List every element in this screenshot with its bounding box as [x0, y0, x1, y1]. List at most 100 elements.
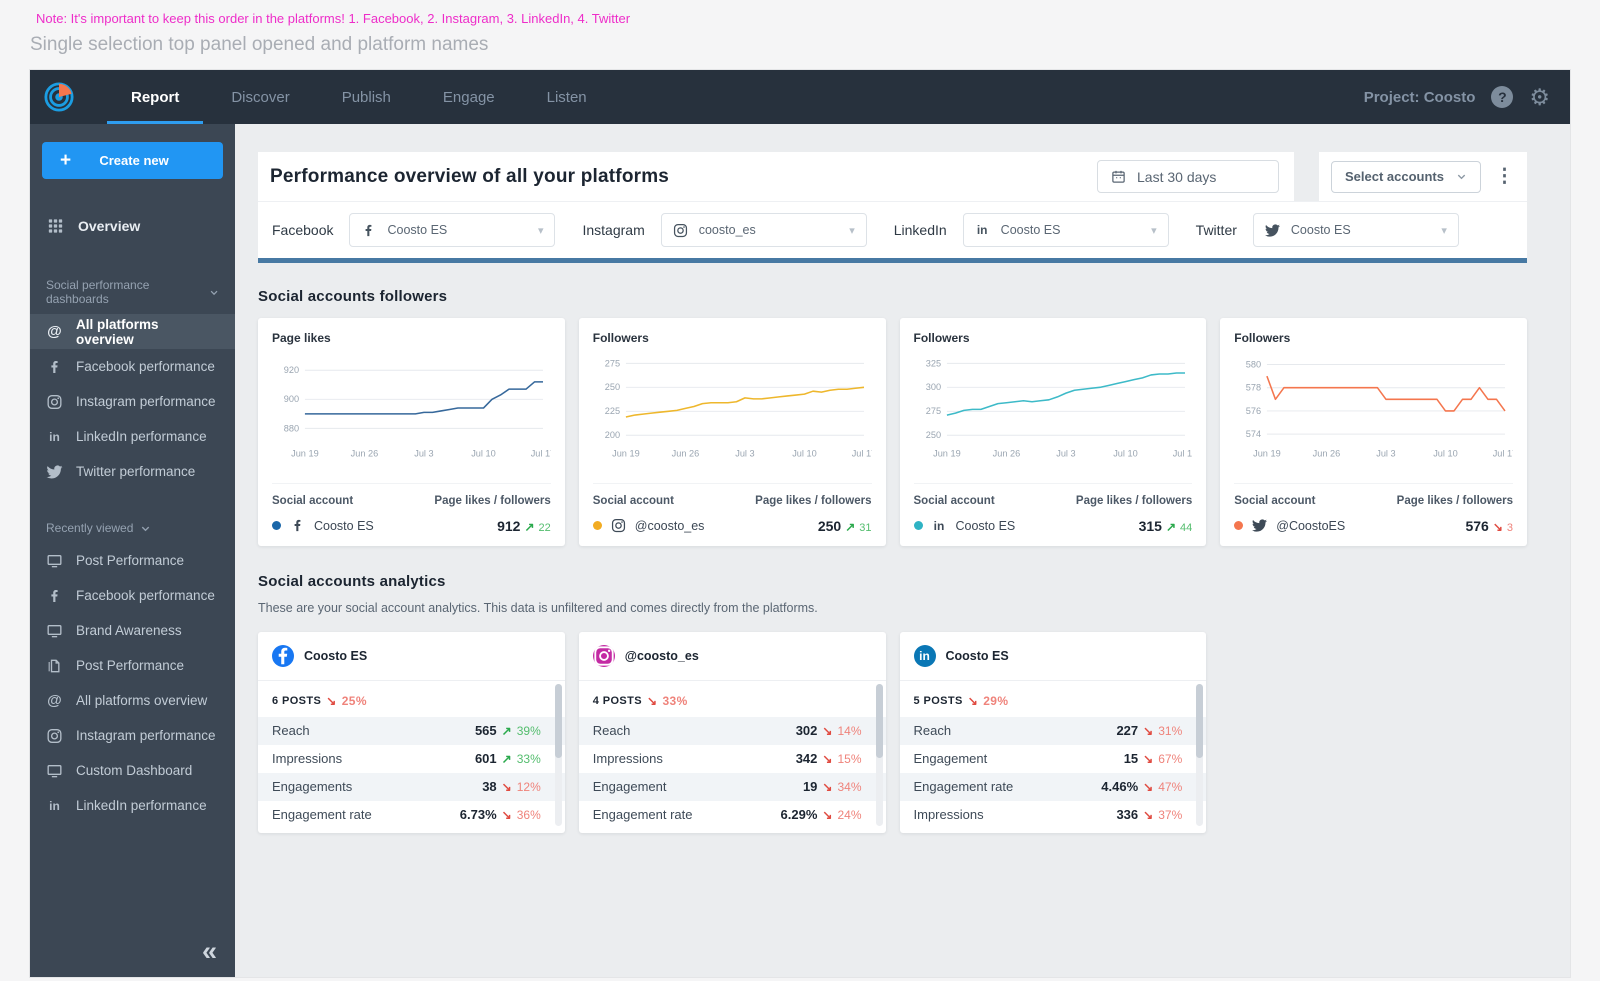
sidebar-collapse-button[interactable]: « [202, 938, 217, 965]
trend-up-icon: ↗ [1165, 519, 1176, 534]
sidebar-section-label: Social performance dashboards [46, 278, 150, 306]
trend-down-icon: ↘ [822, 779, 833, 794]
select-accounts-button[interactable]: Select accounts [1331, 160, 1481, 193]
sidebar-item-twitter-performance[interactable]: Twitter performance [30, 454, 235, 489]
annotation-note: Note: It's important to keep this order … [36, 11, 631, 26]
sidebar-item-post-performance[interactable]: Post Performance [30, 543, 235, 578]
select-accounts-label: Select accounts [1345, 169, 1444, 184]
help-icon[interactable]: ? [1491, 86, 1514, 108]
metric-label: Impressions [592, 751, 663, 767]
metric-label: Reach [272, 723, 310, 739]
sidebar-item-linkedin-performance[interactable]: in LinkedIn performance [30, 788, 235, 823]
card-scrollbar[interactable] [875, 683, 883, 826]
trend-down-icon: ↘ [822, 723, 833, 738]
sidebar-item-linkedin-performance[interactable]: in LinkedIn performance [30, 419, 235, 454]
follower-card-linkedin: Followers 250 275 300 325 Jun 19 Jun 26 Jul 3 Ju… [899, 318, 1207, 546]
sidebar-item-facebook-performance[interactable]: Facebook performance [30, 578, 235, 613]
card-footer: Social account Page likes / followers Coos… [272, 482, 551, 534]
account-select-twitter[interactable]: Coosto ES ▾ [1252, 213, 1459, 247]
svg-text:Jun 26: Jun 26 [1313, 448, 1341, 458]
line-chart-instagram: 200 225 250 275 Jun 19 Jun 26 Jul 3 Jul 10 Jul 1… [593, 349, 872, 475]
sidebar-item-instagram-performance[interactable]: Instagram performance [30, 718, 235, 753]
sidebar-item-label: Custom Dashboard [76, 763, 193, 778]
footer-col-account: Social account [272, 494, 354, 507]
header-panel: Performance overview of all your platfor… [258, 152, 1294, 201]
sidebar-item-all-platforms-overview[interactable]: @ All platforms overview [30, 314, 235, 349]
filter-row: Facebook Coosto ES ▾ Instagram coosto_es ▾ Lin… [258, 201, 1527, 258]
sidebar-item-post-performance[interactable]: Post Performance [30, 648, 235, 683]
account-legend: @coosto_es [592, 518, 704, 533]
nav-tab-discover[interactable]: Discover [205, 70, 315, 124]
sidebar-section-toggle[interactable]: Social performance dashboards [30, 270, 235, 314]
nav-tab-engage[interactable]: Engage [417, 70, 521, 124]
platform-label: Instagram [582, 222, 645, 238]
analytics-account-name: Coosto ES [945, 648, 1009, 663]
metric-delta: 33% [516, 751, 541, 766]
metric-row-engagement-rate: Engagement rate 4.46% ↘ 47% [899, 772, 1207, 801]
metrics-list: Reach 565 ↗ 39% Impressions 601 ↗ 33% Engagement… [258, 716, 565, 829]
card-scrollbar[interactable] [1196, 683, 1204, 826]
sidebar-item-overview[interactable]: Overview [30, 206, 235, 246]
sidebar-item-custom-dashboard[interactable]: Custom Dashboard [30, 753, 235, 788]
analytics-card-facebook: Coosto ES 6 POSTS ↘ 25% Reach 565 ↗ 39% Impressi… [258, 631, 565, 833]
sidebar-item-all-platforms-overview[interactable]: @ All platforms overview [30, 683, 235, 718]
selected-account-value: coosto_es [698, 223, 756, 237]
metric-row-engagement: Engagement 15 ↘ 67% [900, 745, 1207, 773]
create-new-button[interactable]: + Create new [42, 142, 223, 179]
posts-delta: 29% [983, 693, 1009, 708]
sidebar-item-facebook-performance[interactable]: Facebook performance [30, 349, 235, 384]
account-select-instagram[interactable]: coosto_es ▾ [660, 213, 867, 247]
follower-count: 576 [1465, 517, 1489, 534]
footer-col-account: Social account [592, 494, 674, 507]
svg-text:900: 900 [284, 394, 299, 404]
svg-text:Jul 3: Jul 3 [1376, 448, 1395, 458]
analytics-account-name: @coosto_es [624, 648, 699, 663]
follower-delta: 22 [538, 521, 551, 534]
metric-value: 38 [482, 779, 497, 795]
svg-text:Jul 17: Jul 17 [1493, 448, 1513, 458]
svg-text:Jul 3: Jul 3 [414, 448, 433, 458]
sidebar-item-label: Facebook performance [76, 588, 215, 603]
scrollbar-thumb[interactable] [1196, 683, 1204, 758]
sidebar-item-brand-awareness[interactable]: Brand Awareness [30, 613, 235, 648]
card-scrollbar[interactable] [554, 683, 562, 826]
scrollbar-thumb[interactable] [554, 683, 562, 758]
nav-tab-report[interactable]: Report [105, 70, 205, 124]
dropdown-arrow-icon: ▾ [537, 224, 544, 237]
scrollbar-thumb[interactable] [875, 683, 883, 758]
posts-summary: 5 POSTS ↘ 29% [900, 681, 1207, 717]
sidebar-section-toggle[interactable]: Recently viewed [30, 513, 235, 543]
posts-summary: 6 POSTS ↘ 25% [258, 681, 565, 717]
trend-down-icon: ↘ [1143, 751, 1154, 766]
nav-tab-publish[interactable]: Publish [316, 70, 417, 124]
posts-delta: 33% [662, 693, 688, 708]
svg-text:574: 574 [1246, 429, 1261, 439]
svg-text:920: 920 [284, 365, 299, 375]
account-select-facebook[interactable]: Coosto ES ▾ [349, 213, 556, 247]
metric-label: Engagement [592, 779, 667, 795]
kebab-menu-icon[interactable]: ⋮ [1495, 165, 1515, 188]
follower-card-instagram: Followers 200 225 250 275 Jun 19 Jun 26 Jul 3 Ju… [578, 318, 886, 546]
metric-label: Reach [913, 723, 952, 739]
analytics-card-linkedin: in Coosto ES 5 POSTS ↘ 29% Reach 227 ↘ 31% Engage… [899, 631, 1207, 833]
account-legend: @CoostoES [1234, 518, 1345, 533]
legend-dot [592, 521, 602, 531]
follower-delta: 44 [1180, 521, 1193, 534]
sidebar-section-label: Recently viewed [46, 521, 134, 535]
footer-col-account: Social account [913, 494, 995, 507]
metric-row-impressions: Impressions 342 ↘ 15% [579, 745, 886, 773]
metrics-list: Reach 227 ↘ 31% Engagement 15 ↘ 67% Engagement r… [899, 716, 1207, 829]
metric-label: Impressions [272, 751, 343, 767]
svg-text:Jul 17: Jul 17 [531, 448, 551, 458]
metric-label: Engagement rate [913, 779, 1014, 795]
sidebar-item-instagram-performance[interactable]: Instagram performance [30, 384, 235, 419]
monitor-icon [46, 553, 63, 569]
nav-tab-listen[interactable]: Listen [521, 70, 613, 124]
trend-down-icon: ↘ [501, 807, 512, 822]
sidebar-item-label: Instagram performance [76, 728, 216, 743]
account-select-linkedin[interactable]: in Coosto ES ▾ [962, 213, 1169, 247]
date-range-selector[interactable]: Last 30 days [1097, 160, 1279, 193]
gear-icon[interactable]: ⚙ [1529, 85, 1550, 109]
sidebar-item-label: Post Performance [76, 658, 185, 673]
svg-text:580: 580 [1246, 359, 1261, 369]
